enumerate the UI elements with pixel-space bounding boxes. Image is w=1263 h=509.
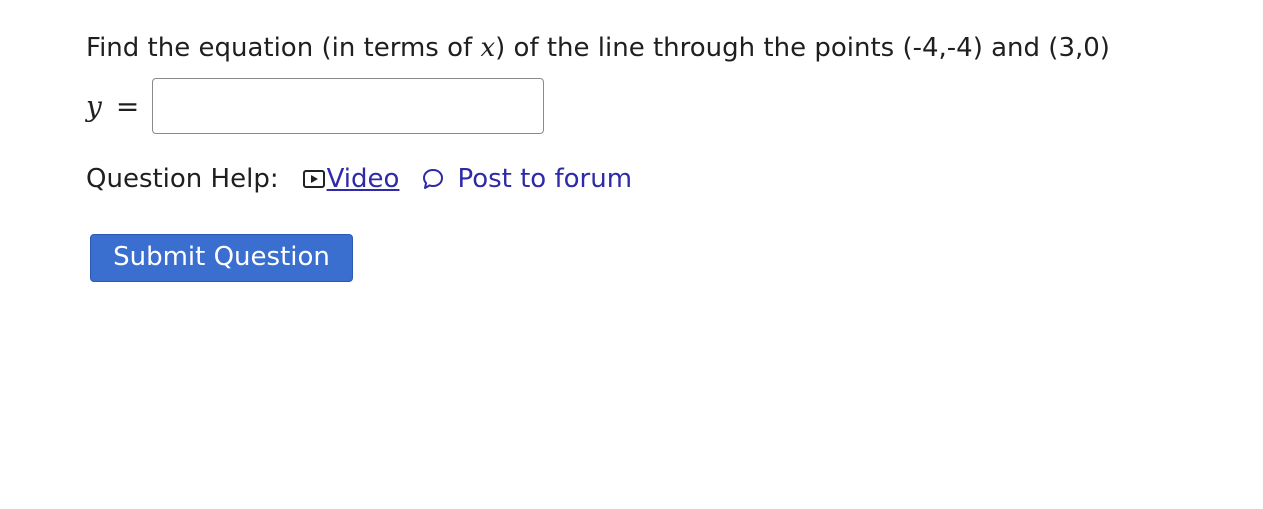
submit-question-button[interactable]: Submit Question: [90, 234, 353, 282]
video-play-icon: [302, 170, 325, 188]
question-help: Question Help: Video Post to forum: [86, 164, 632, 194]
answer-equals-sign: =: [115, 89, 140, 123]
answer-label: y =: [86, 90, 152, 123]
question-text-after: ) of the line through the points (-4,-4)…: [495, 33, 1110, 63]
answer-variable: y: [86, 89, 102, 123]
answer-row: y =: [86, 77, 544, 135]
question-help-label: Question Help:: [86, 164, 279, 194]
question-text: Find the equation (in terms of x) of the…: [86, 30, 1110, 66]
speech-bubble-icon: [423, 169, 444, 189]
post-to-forum-link[interactable]: Post to forum: [421, 164, 632, 194]
question-text-before: Find the equation (in terms of: [86, 33, 481, 63]
answer-input[interactable]: [152, 78, 544, 134]
video-link-label: Video: [326, 164, 400, 194]
question-math-variable: x: [480, 33, 496, 63]
video-link[interactable]: Video: [302, 164, 400, 194]
post-to-forum-label: Post to forum: [457, 164, 633, 194]
